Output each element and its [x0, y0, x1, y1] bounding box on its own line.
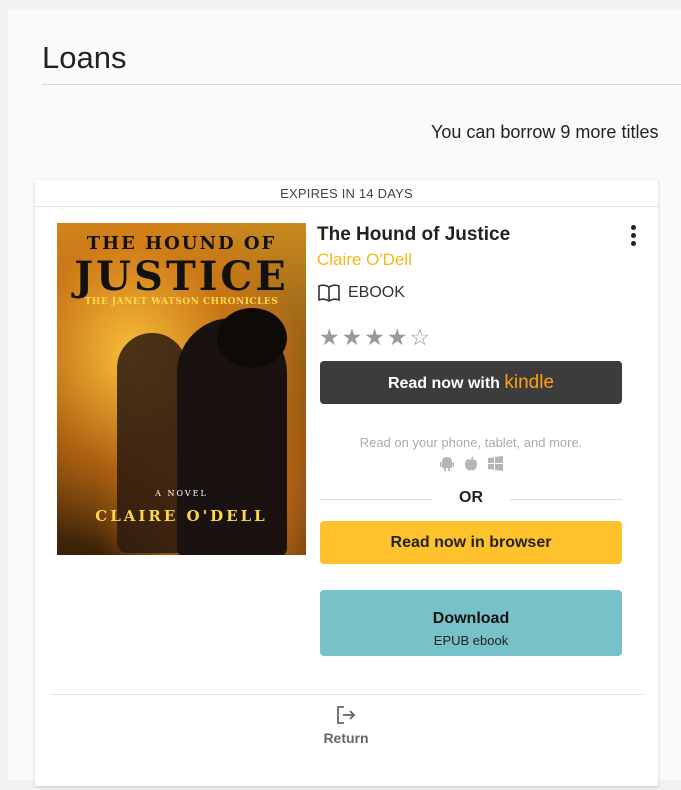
read-with-kindle-button[interactable]: Read now with kindle — [320, 361, 622, 404]
loans-page: Loans You can borrow 9 more titles EXPIR… — [8, 10, 681, 786]
book-title[interactable]: The Hound of Justice — [317, 224, 510, 246]
star-empty-icon[interactable]: ☆ — [410, 326, 431, 349]
read-anywhere-text: Read on your phone, tablet, and more. — [359, 435, 583, 450]
format-label: EBOOK — [318, 284, 405, 302]
open-book-icon — [318, 284, 340, 302]
format-text: EBOOK — [348, 284, 405, 301]
cover-novel-label: A NOVEL — [155, 489, 208, 498]
cover-title-line1: THE HOUND OF — [86, 233, 277, 254]
card-footer-divider — [51, 694, 643, 695]
loan-card: EXPIRES IN 14 DAYS THE HOUND OF JUSTICE … — [35, 180, 658, 786]
star-filled-icon[interactable]: ★ — [364, 326, 385, 349]
platform-icons — [320, 456, 622, 471]
return-icon — [337, 706, 356, 724]
cover-title-line2: JUSTICE — [74, 253, 289, 300]
android-icon — [439, 457, 454, 471]
star-filled-icon[interactable]: ★ — [319, 326, 340, 349]
cover-series: THE JANET WATSON CHRONICLES — [84, 297, 279, 307]
or-divider: OR — [320, 489, 622, 509]
read-in-browser-button[interactable]: Read now in browser — [320, 521, 622, 564]
return-button[interactable]: Return — [311, 704, 381, 746]
or-divider-line — [510, 499, 622, 500]
kindle-button-prefix: Read now with — [387, 375, 500, 392]
book-cover[interactable]: THE HOUND OF JUSTICE THE JANET WATSON CH… — [57, 223, 306, 555]
book-author[interactable]: Claire O'Dell — [317, 250, 412, 270]
page-title: Loans — [42, 40, 127, 75]
download-label: Download — [432, 610, 510, 627]
more-options-dot — [630, 233, 636, 238]
cover-figure-head — [217, 308, 287, 368]
or-label: OR — [459, 489, 483, 506]
cover-author: CLAIRE O'DELL — [95, 507, 268, 525]
kindle-logo: kindle — [504, 372, 555, 393]
more-options-dot — [630, 241, 636, 246]
star-filled-icon[interactable]: ★ — [387, 326, 408, 349]
more-options-dot — [630, 225, 636, 230]
windows-icon — [487, 456, 503, 471]
borrow-limit-message: You can borrow 9 more titles — [431, 122, 659, 142]
star-rating[interactable]: ★ ★ ★ ★ ☆ — [319, 326, 430, 349]
apple-icon — [464, 456, 477, 471]
cover-title: THE HOUND OF JUSTICE — [57, 235, 306, 297]
download-format: EPUB ebook — [433, 633, 509, 648]
star-filled-icon[interactable]: ★ — [342, 326, 363, 349]
more-options-button[interactable] — [625, 223, 641, 251]
title-divider — [42, 84, 681, 85]
download-button[interactable]: Download EPUB ebook — [320, 590, 622, 656]
return-label: Return — [323, 730, 369, 746]
expires-banner: EXPIRES IN 14 DAYS — [35, 180, 658, 207]
